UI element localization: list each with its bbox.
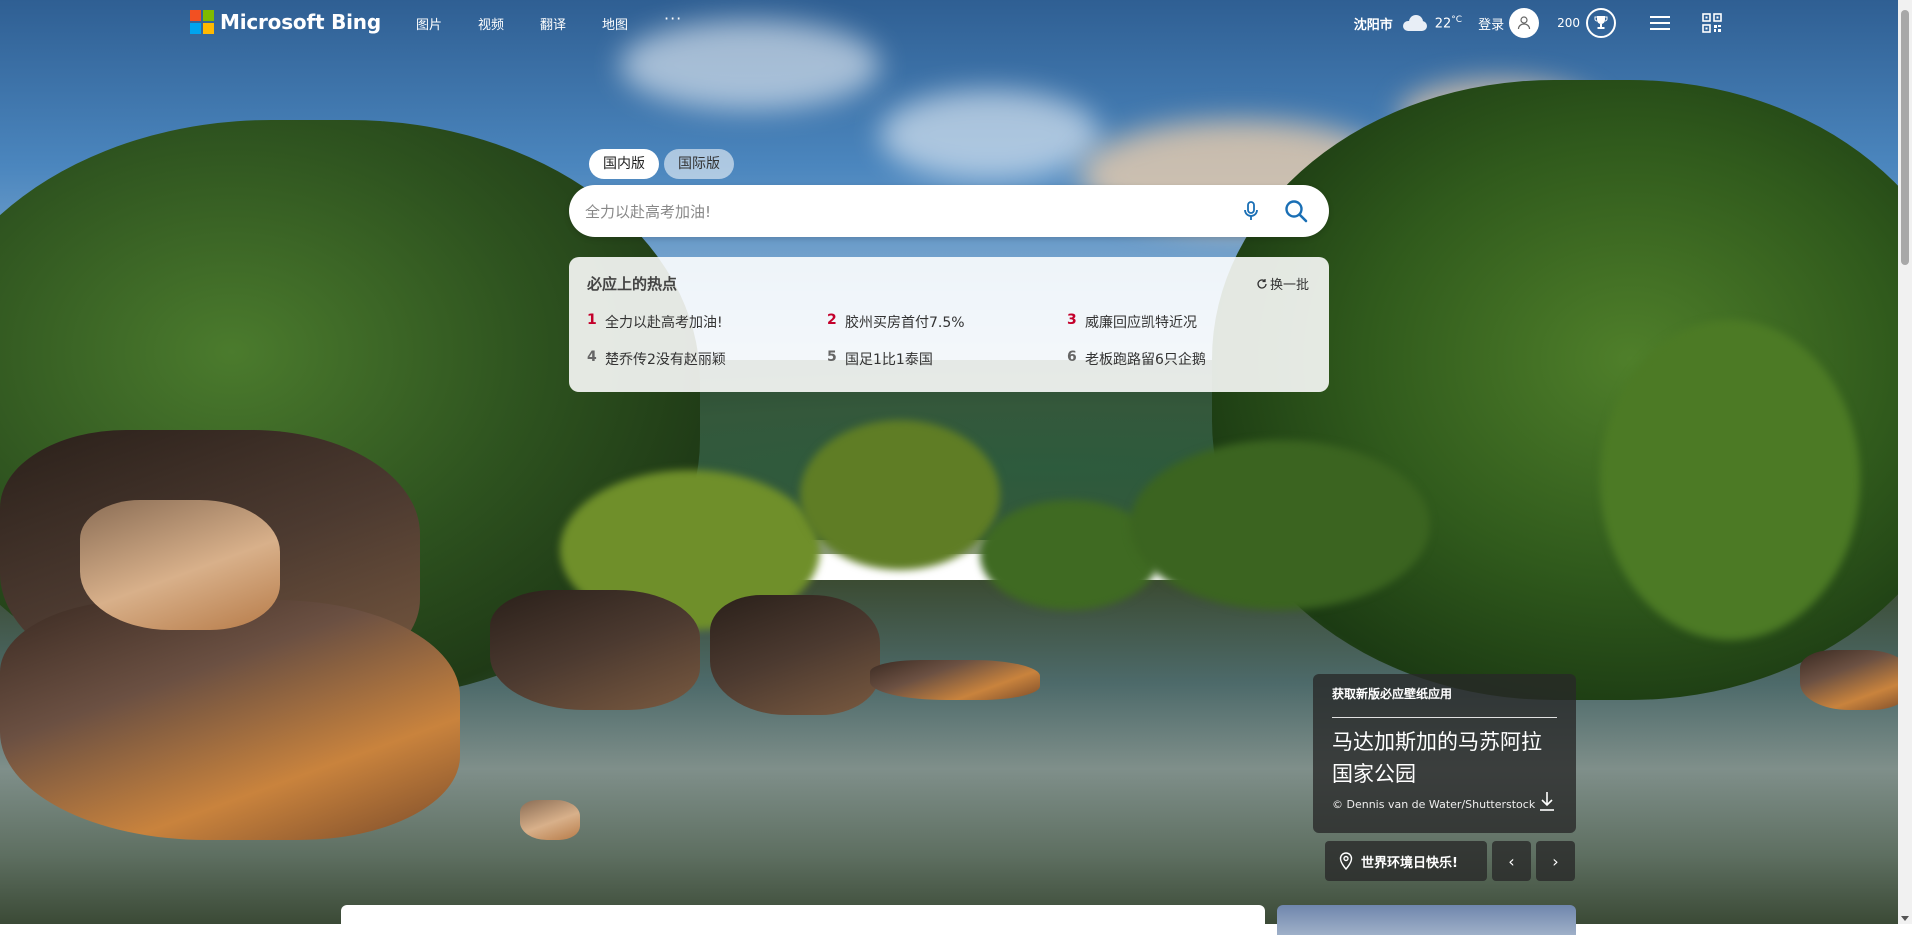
rock [80,500,280,630]
trending-rank: 6 [1067,349,1077,365]
trending-rank: 3 [1067,312,1077,328]
trending-rank: 4 [587,349,597,365]
news-feed-card[interactable] [341,905,1265,935]
refresh-button[interactable]: 换一批 [1256,274,1309,293]
nav-translate[interactable]: 翻译 [540,14,602,33]
logo-text: Microsoft Bing [220,10,381,34]
trending-item[interactable]: 2 胶州买房首付7.5% [827,312,1067,349]
tree-canopy [800,420,1000,570]
search-icon[interactable] [1283,198,1309,224]
rock [0,600,460,840]
trending-text: 老板跑路留6只企鹅 [1085,352,1206,368]
bing-logo[interactable]: Microsoft Bing [190,10,381,34]
trending-text: 国足1比1泰国 [845,352,933,368]
previous-image-button[interactable]: ‹ [1492,841,1531,881]
rock [520,800,580,840]
trending-text: 威廉回应凯特近况 [1085,315,1197,331]
rock [870,660,1040,700]
wallpaper-app-promo[interactable]: 获取新版必应壁纸应用 [1332,685,1452,702]
rewards-points[interactable]: 200 [1557,16,1580,30]
image-title[interactable]: 马达加斯加的马苏阿拉国家公园 [1332,726,1562,790]
rock [710,595,880,715]
refresh-label: 换一批 [1269,278,1309,293]
weather-city[interactable]: 沈阳市 [1354,14,1393,33]
qr-code-icon[interactable] [1702,13,1722,33]
trending-item[interactable]: 1 全力以赴高考加油! [587,312,827,349]
trending-item[interactable]: 6 老板跑路留6只企鹅 [1067,349,1307,386]
avatar[interactable] [1509,8,1540,38]
trending-text: 全力以赴高考加油! [605,315,723,331]
header-right: 沈阳市 22°C 登录 200 [1354,8,1722,38]
rewards-trophy-icon[interactable] [1586,8,1616,38]
weather-temperature[interactable]: 22°C [1435,15,1462,31]
refresh-icon [1257,278,1267,289]
trending-item[interactable]: 4 楚乔传2没有赵丽颖 [587,349,827,386]
top-header: Microsoft Bing 图片 视频 翻译 地图 ··· 沈阳市 22°C … [0,0,1912,46]
microsoft-logo-icon [190,10,214,34]
tab-domestic[interactable]: 国内版 [589,149,659,179]
cloud-icon[interactable] [1401,15,1429,31]
nav-more-button[interactable]: ··· [664,9,726,28]
image-info-card: 获取新版必应壁纸应用 马达加斯加的马苏阿拉国家公园 © Dennis van d… [1313,674,1576,833]
vertical-scrollbar[interactable] [1898,0,1912,924]
nav-maps[interactable]: 地图 [602,14,664,33]
nav-videos[interactable]: 视频 [478,14,540,33]
hamburger-menu-icon[interactable] [1650,12,1670,34]
chevron-right-icon: › [1552,851,1559,871]
login-link[interactable]: 登录 [1478,14,1504,33]
tab-international[interactable]: 国际版 [664,149,734,179]
top-nav: 图片 视频 翻译 地图 ··· [416,9,726,33]
download-icon[interactable] [1538,790,1556,812]
quiz-label: 世界环境日快乐! [1361,855,1458,871]
background-image [0,0,1912,924]
divider [1332,717,1557,718]
side-feed-card[interactable] [1277,905,1576,935]
trending-item[interactable]: 3 威廉回应凯特近况 [1067,312,1307,349]
scrollbar-thumb[interactable] [1901,10,1909,265]
location-pin-icon [1339,852,1353,870]
image-controls: 世界环境日快乐! ‹ › [1325,841,1575,881]
rock [1800,650,1910,710]
tree-canopy [1130,440,1430,610]
image-copyright: © Dennis van de Water/Shutterstock [1332,798,1536,811]
microphone-icon[interactable] [1239,199,1263,223]
search-scope-tabs: 国内版 国际版 [589,149,734,179]
location-quiz-button[interactable]: 世界环境日快乐! [1325,841,1487,881]
next-image-button[interactable]: › [1536,841,1575,881]
search-box [569,185,1329,237]
trending-item[interactable]: 5 国足1比1泰国 [827,349,1067,386]
rock [490,590,700,710]
trending-title: 必应上的热点 [587,275,678,293]
scroll-down-arrow-icon[interactable] [1901,916,1909,921]
trending-panel: 必应上的热点 换一批 1 全力以赴高考加油! 2 胶州买房首付7.5% 3 威廉… [569,257,1329,392]
cloud [880,90,1100,180]
nav-images[interactable]: 图片 [416,14,478,33]
trending-text: 楚乔传2没有赵丽颖 [605,352,726,368]
trending-text: 胶州买房首付7.5% [845,315,965,331]
chevron-left-icon: ‹ [1508,851,1515,871]
tree-canopy [1600,320,1860,640]
trending-rank: 5 [827,349,837,365]
trending-rank: 1 [587,312,597,328]
search-input[interactable] [583,197,1187,227]
user-icon [1517,16,1531,30]
trending-rank: 2 [827,312,837,328]
trending-list: 1 全力以赴高考加油! 2 胶州买房首付7.5% 3 威廉回应凯特近况 4 楚乔… [587,312,1311,386]
